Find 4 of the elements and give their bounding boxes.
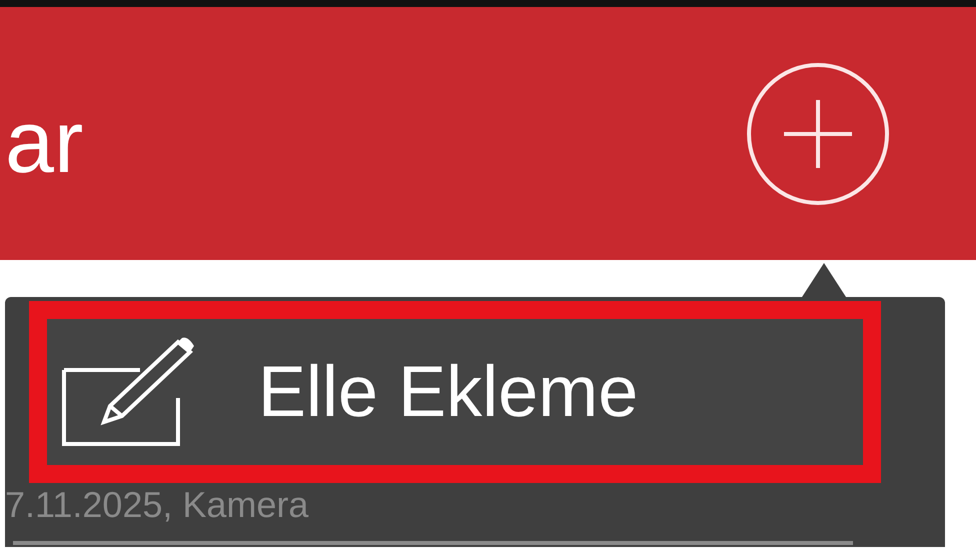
list-row-text: 7.11.2025, Kamera xyxy=(5,487,310,523)
screen-title: ar xyxy=(5,98,84,186)
menu-item[interactable]: Elle Ekleme xyxy=(45,317,865,467)
add-icon[interactable] xyxy=(746,62,890,206)
